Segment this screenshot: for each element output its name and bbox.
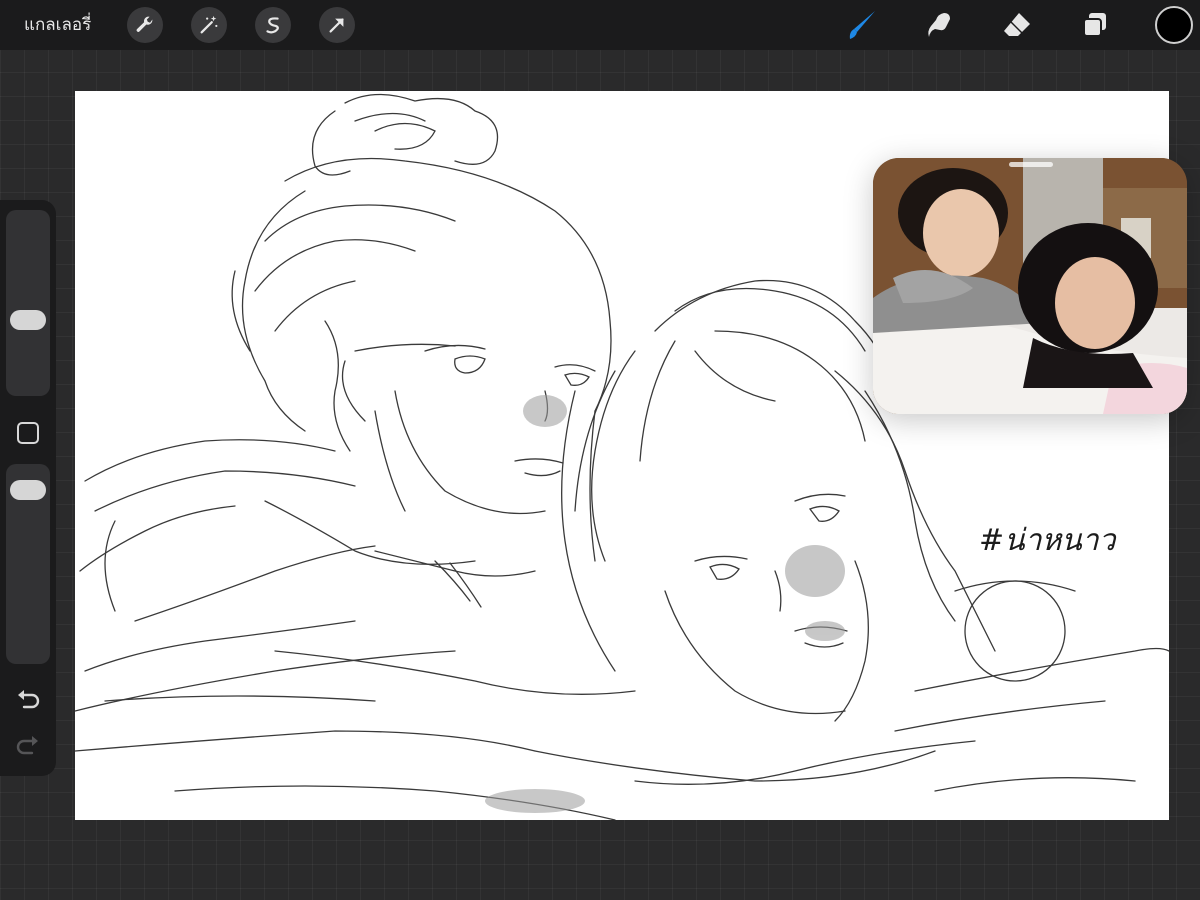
transform-button[interactable] [319,7,355,43]
eraser-tool-button[interactable] [998,6,1036,44]
smudge-icon [928,13,950,37]
redo-button[interactable] [14,732,42,760]
hashtag-annotation: #น่าหนาว [979,523,1116,558]
brush-icon [849,11,875,39]
modify-button[interactable] [17,422,39,444]
undo-button[interactable] [14,686,42,714]
reference-window[interactable] [873,158,1187,414]
undo-icon [18,690,40,709]
smudge-tool-button[interactable] [921,6,959,44]
selection-s-icon [266,17,279,34]
selection-button[interactable] [255,7,291,43]
layers-icon [1083,13,1106,37]
eraser-icon [1004,13,1030,36]
redo-icon [16,736,38,755]
brush-tool-button[interactable] [843,6,881,44]
sidebar [0,200,56,776]
gallery-button[interactable]: แกลเลอรี่ [24,13,91,37]
opacity-thumb[interactable] [10,480,46,500]
transform-arrow-icon [329,18,344,33]
adjustments-button[interactable] [191,7,227,43]
top-toolbar: แกลเลอรี่ [0,0,1200,50]
brush-size-slider[interactable] [6,210,50,396]
brush-size-thumb[interactable] [10,310,46,330]
layers-tool-button[interactable] [1076,6,1114,44]
wrench-icon [136,16,153,32]
color-picker-button[interactable] [1155,6,1193,44]
reference-drag-handle[interactable] [1009,162,1053,167]
reference-photo [873,158,1187,414]
magic-wand-icon [200,15,218,34]
actions-button[interactable] [127,7,163,43]
